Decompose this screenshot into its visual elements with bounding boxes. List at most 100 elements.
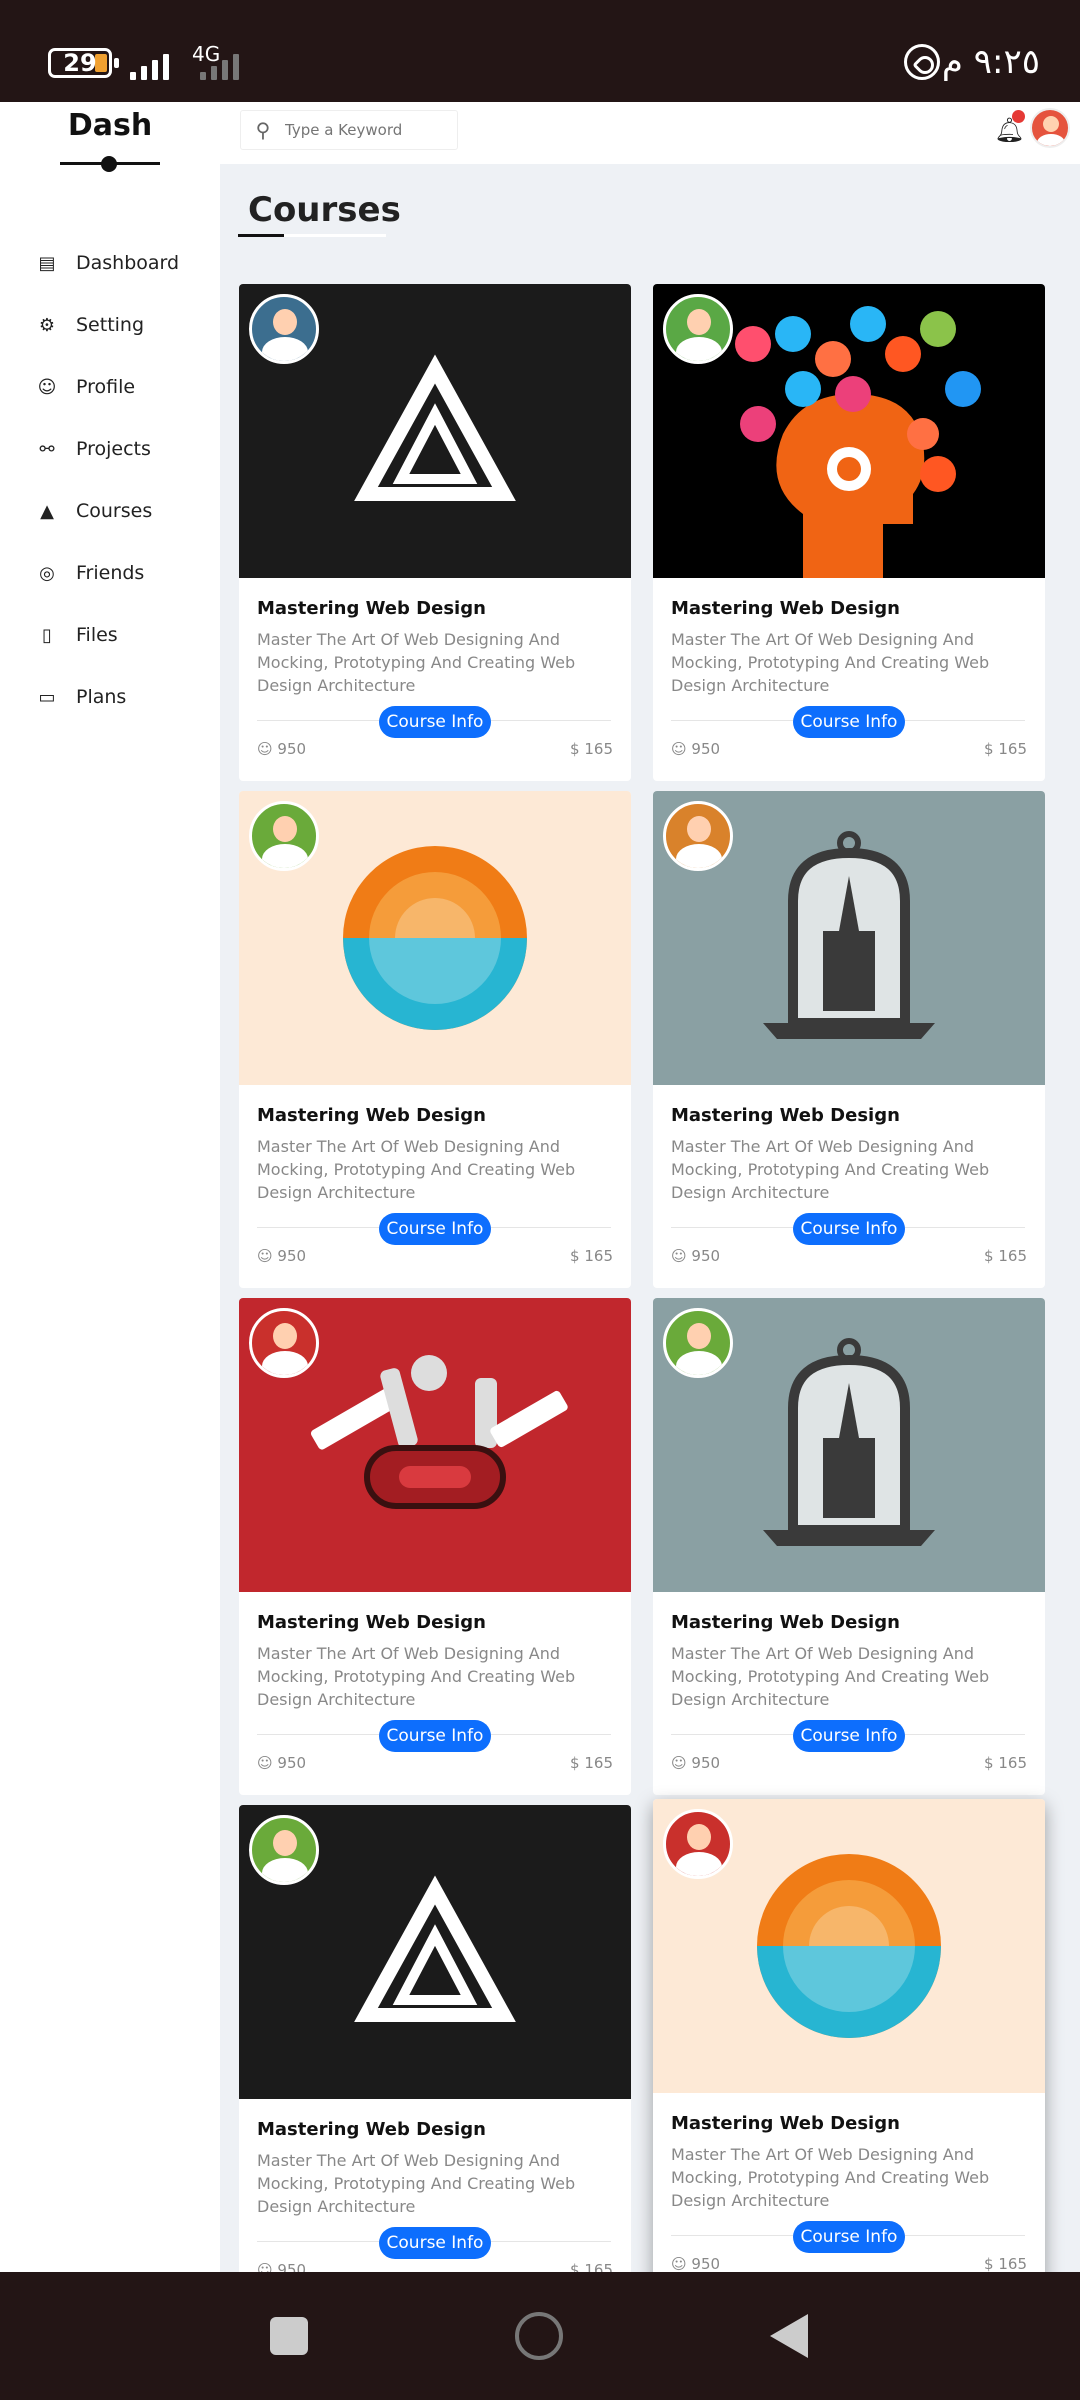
brand-dot <box>101 156 117 172</box>
course-title: Mastering Web Design <box>257 1612 486 1633</box>
course-price: $ 165 <box>570 740 613 758</box>
sidebar-item-friends[interactable]: ◎ Friends <box>0 542 220 604</box>
author-avatar <box>249 1815 319 1885</box>
students-count-value: 950 <box>277 1247 307 1265</box>
sidebar-item-dashboard[interactable]: ▤ Dashboard <box>0 232 220 294</box>
sidebar-item-label: Files <box>76 624 118 646</box>
user-circle-icon: ◎ <box>39 562 55 584</box>
user-icon: ☺ <box>671 740 692 758</box>
course-card: Mastering Web Design Master The Art Of W… <box>239 791 631 1288</box>
recents-button[interactable] <box>270 2317 308 2355</box>
sidebar-item-profile[interactable]: ☺ Profile <box>0 356 220 418</box>
students-count-value: 950 <box>691 740 721 758</box>
course-title: Mastering Web Design <box>671 598 900 619</box>
sidebar-item-label: Profile <box>76 376 136 398</box>
notification-dot <box>1012 110 1025 123</box>
user-icon: ☺ <box>257 1754 278 1772</box>
sidebar-item-files[interactable]: ▯ Files <box>0 604 220 666</box>
sidebar-item-label: Courses <box>76 500 153 522</box>
course-info-button[interactable]: Course Info <box>379 1213 491 1245</box>
course-title: Mastering Web Design <box>671 2113 900 2134</box>
status-bar: 29 4G ٩:٢٥ م <box>0 0 1080 102</box>
course-price: $ 165 <box>570 1754 613 1772</box>
back-button[interactable] <box>770 2314 808 2358</box>
home-button[interactable] <box>515 2312 563 2360</box>
signal-icon <box>130 50 169 80</box>
file-icon: ▯ <box>42 624 52 646</box>
sidebar-item-plans[interactable]: ▭ Plans <box>0 666 220 728</box>
author-avatar <box>663 294 733 364</box>
sidebar-item-projects[interactable]: ⚯ Projects <box>0 418 220 480</box>
author-avatar <box>249 294 319 364</box>
course-info-button[interactable]: Course Info <box>793 2221 905 2253</box>
students-count: ☺ 950 <box>671 1754 720 1772</box>
students-count-value: 950 <box>691 2255 721 2273</box>
sidebar-item-setting[interactable]: ⚙ Setting <box>0 294 220 356</box>
credit-card-icon: ▭ <box>38 686 56 708</box>
course-info-button[interactable]: Course Info <box>793 1213 905 1245</box>
course-info-button[interactable]: Course Info <box>379 1720 491 1752</box>
course-card: Mastering Web Design Master The Art Of W… <box>653 791 1045 1288</box>
course-title: Mastering Web Design <box>671 1105 900 1126</box>
sidebar-item-courses[interactable]: ▲ Courses <box>0 480 220 542</box>
graduation-cap-icon: ▲ <box>40 500 54 522</box>
user-icon: ☺ <box>257 740 278 758</box>
course-price: $ 165 <box>570 1247 613 1265</box>
students-count-value: 950 <box>277 1754 307 1772</box>
students-count: ☺ 950 <box>671 2255 720 2273</box>
author-avatar <box>663 801 733 871</box>
chart-bar-icon: ▤ <box>38 252 56 274</box>
course-price: $ 165 <box>984 740 1027 758</box>
students-count: ☺ 950 <box>671 740 720 758</box>
course-price: $ 165 <box>984 1754 1027 1772</box>
course-info-button[interactable]: Course Info <box>793 1720 905 1752</box>
battery-icon: 29 <box>48 48 119 78</box>
title-underline-accent <box>238 234 284 237</box>
brand-title: Dash <box>67 108 153 143</box>
students-count: ☺ 950 <box>257 1754 306 1772</box>
sidebar-item-label: Projects <box>76 438 151 460</box>
course-description: Master The Art Of Web Designing And Mock… <box>257 1137 576 1202</box>
user-icon: ☺ <box>37 376 57 398</box>
course-card: Mastering Web Design Master The Art Of W… <box>239 284 631 781</box>
course-description: Master The Art Of Web Designing And Mock… <box>671 1137 990 1202</box>
course-description: Master The Art Of Web Designing And Mock… <box>257 1644 576 1709</box>
course-description: Master The Art Of Web Designing And Mock… <box>257 2151 576 2216</box>
course-card: Mastering Web Design Master The Art Of W… <box>239 1805 631 2302</box>
course-card: Mastering Web Design Master The Art Of W… <box>653 1799 1045 2296</box>
whatsapp-icon <box>904 44 940 80</box>
students-count-value: 950 <box>277 740 307 758</box>
course-info-button[interactable]: Course Info <box>379 2227 491 2259</box>
sidebar-item-label: Dashboard <box>76 252 180 274</box>
students-count-value: 950 <box>691 1247 721 1265</box>
course-price: $ 165 <box>984 1247 1027 1265</box>
sidebar-nav: ▤ Dashboard ⚙ Setting ☺ Profile ⚯ Projec… <box>0 232 220 728</box>
course-price: $ 165 <box>984 2255 1027 2273</box>
course-info-button[interactable]: Course Info <box>379 706 491 738</box>
clock: ٩:٢٥ م <box>941 42 1040 82</box>
course-title: Mastering Web Design <box>671 1612 900 1633</box>
course-title: Mastering Web Design <box>257 1105 486 1126</box>
course-card: Mastering Web Design Master The Art Of W… <box>653 284 1045 781</box>
sidebar-item-label: Setting <box>76 314 145 336</box>
course-description: Master The Art Of Web Designing And Mock… <box>257 630 576 695</box>
avatar[interactable] <box>1030 108 1070 148</box>
course-info-button[interactable]: Course Info <box>793 706 905 738</box>
top-bar: ⚲ 🔔︎ <box>220 102 1080 164</box>
search-icon: ⚲ <box>255 118 271 142</box>
user-icon: ☺ <box>257 1247 278 1265</box>
search-input[interactable] <box>285 121 445 139</box>
author-avatar <box>249 1308 319 1378</box>
course-card: Mastering Web Design Master The Art Of W… <box>653 1298 1045 1795</box>
user-icon: ☺ <box>671 1754 692 1772</box>
students-count-value: 950 <box>691 1754 721 1772</box>
sidebar: Dash ▤ Dashboard ⚙ Setting ☺ Profile ⚯ P… <box>0 102 220 2272</box>
course-description: Master The Art Of Web Designing And Mock… <box>671 2145 990 2210</box>
course-description: Master The Art Of Web Designing And Mock… <box>671 630 990 695</box>
students-count: ☺ 950 <box>257 1247 306 1265</box>
course-title: Mastering Web Design <box>257 2119 486 2140</box>
user-icon: ☺ <box>671 1247 692 1265</box>
course-title: Mastering Web Design <box>257 598 486 619</box>
page-title: Courses <box>248 190 401 230</box>
sidebar-item-label: Friends <box>76 562 145 584</box>
